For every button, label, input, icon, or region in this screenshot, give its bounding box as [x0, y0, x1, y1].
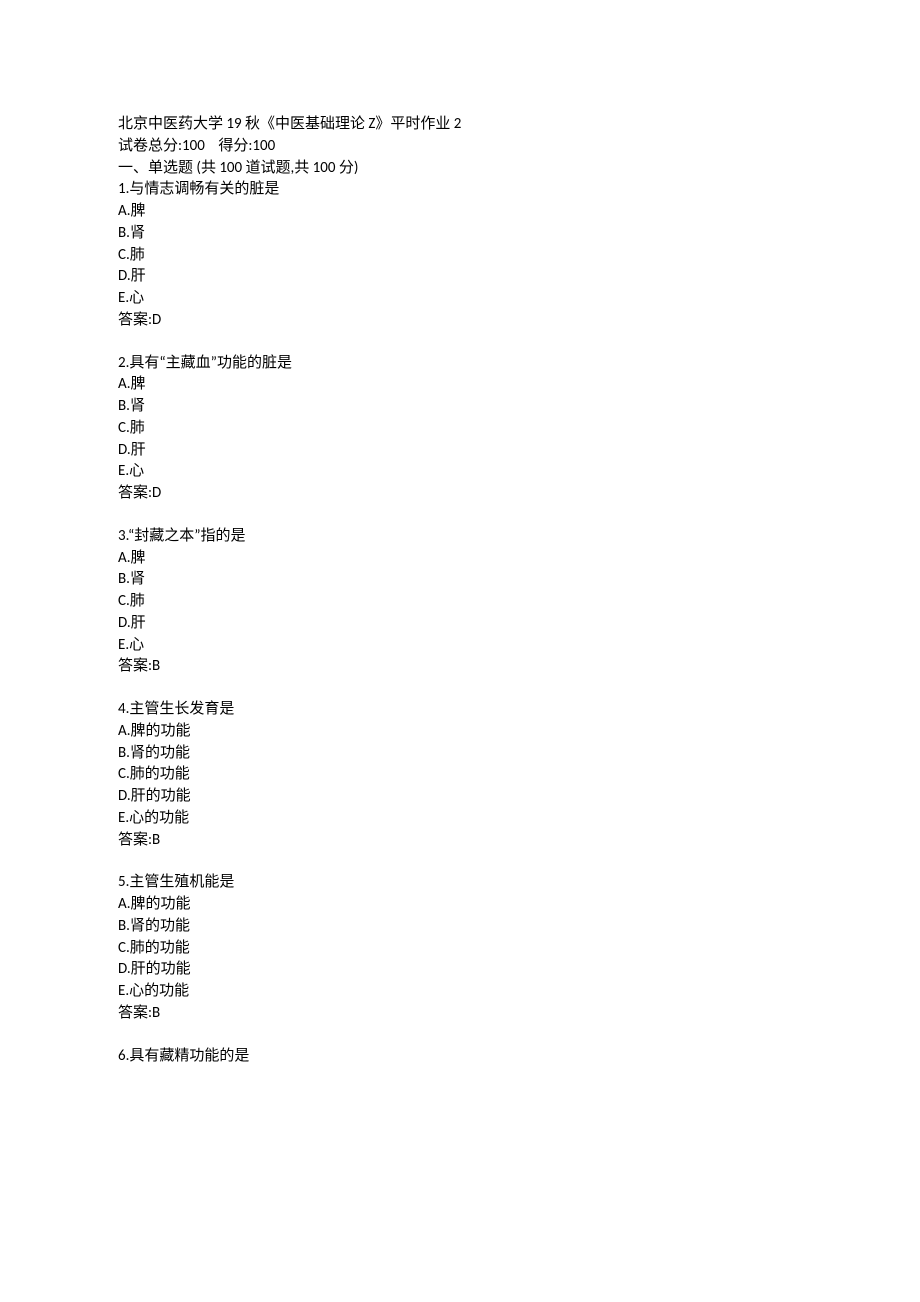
question-stem: 6.具有藏精功能的是 — [118, 1046, 802, 1068]
question-stem: 1.与情志调畅有关的脏是 — [118, 179, 802, 201]
question-option: D.肝 — [118, 613, 802, 635]
document-page: 北京中医药大学 19 秋《中医基础理论 Z》平时作业 2 试卷总分:100 得分… — [0, 0, 920, 1148]
question-option: B.肾的功能 — [118, 916, 802, 938]
question-option: D.肝的功能 — [118, 786, 802, 808]
questions-container: 1.与情志调畅有关的脏是A.脾B.肾C.肺D.肝E.心答案:D2.具有“主藏血”… — [118, 179, 802, 1067]
question-option: A.脾 — [118, 374, 802, 396]
question-option: E.心 — [118, 288, 802, 310]
question-option: C.肺的功能 — [118, 764, 802, 786]
question-option: C.肺 — [118, 591, 802, 613]
question-option: B.肾 — [118, 223, 802, 245]
question-stem: 5.主管生殖机能是 — [118, 872, 802, 894]
question-option: D.肝的功能 — [118, 959, 802, 981]
question-block: 3.“封藏之本”指的是A.脾B.肾C.肺D.肝E.心答案:B — [118, 526, 802, 678]
question-option: D.肝 — [118, 440, 802, 462]
question-block: 6.具有藏精功能的是 — [118, 1046, 802, 1068]
question-block: 5.主管生殖机能是A.脾的功能B.肾的功能C.肺的功能D.肝的功能E.心的功能答… — [118, 872, 802, 1024]
question-option: A.脾 — [118, 201, 802, 223]
section-heading: 一、单选题 (共 100 道试题,共 100 分) — [118, 158, 802, 180]
question-option: C.肺 — [118, 418, 802, 440]
question-option: E.心 — [118, 635, 802, 657]
question-option: E.心的功能 — [118, 981, 802, 1003]
question-option: A.脾的功能 — [118, 721, 802, 743]
question-option: C.肺的功能 — [118, 938, 802, 960]
question-option: B.肾的功能 — [118, 743, 802, 765]
document-title: 北京中医药大学 19 秋《中医基础理论 Z》平时作业 2 — [118, 114, 802, 136]
question-stem: 2.具有“主藏血”功能的脏是 — [118, 353, 802, 375]
question-option: B.肾 — [118, 569, 802, 591]
question-block: 1.与情志调畅有关的脏是A.脾B.肾C.肺D.肝E.心答案:D — [118, 179, 802, 331]
question-answer: 答案:B — [118, 830, 802, 852]
question-answer: 答案:B — [118, 1003, 802, 1025]
question-option: A.脾的功能 — [118, 894, 802, 916]
question-stem: 3.“封藏之本”指的是 — [118, 526, 802, 548]
question-option: D.肝 — [118, 266, 802, 288]
question-block: 2.具有“主藏血”功能的脏是A.脾B.肾C.肺D.肝E.心答案:D — [118, 353, 802, 505]
question-option: A.脾 — [118, 548, 802, 570]
question-block: 4.主管生长发育是A.脾的功能B.肾的功能C.肺的功能D.肝的功能E.心的功能答… — [118, 699, 802, 851]
question-stem: 4.主管生长发育是 — [118, 699, 802, 721]
question-option: B.肾 — [118, 396, 802, 418]
question-option: C.肺 — [118, 245, 802, 267]
question-answer: 答案:D — [118, 483, 802, 505]
question-answer: 答案:D — [118, 310, 802, 332]
question-answer: 答案:B — [118, 656, 802, 678]
question-option: E.心 — [118, 461, 802, 483]
question-option: E.心的功能 — [118, 808, 802, 830]
score-line: 试卷总分:100 得分:100 — [118, 136, 802, 158]
